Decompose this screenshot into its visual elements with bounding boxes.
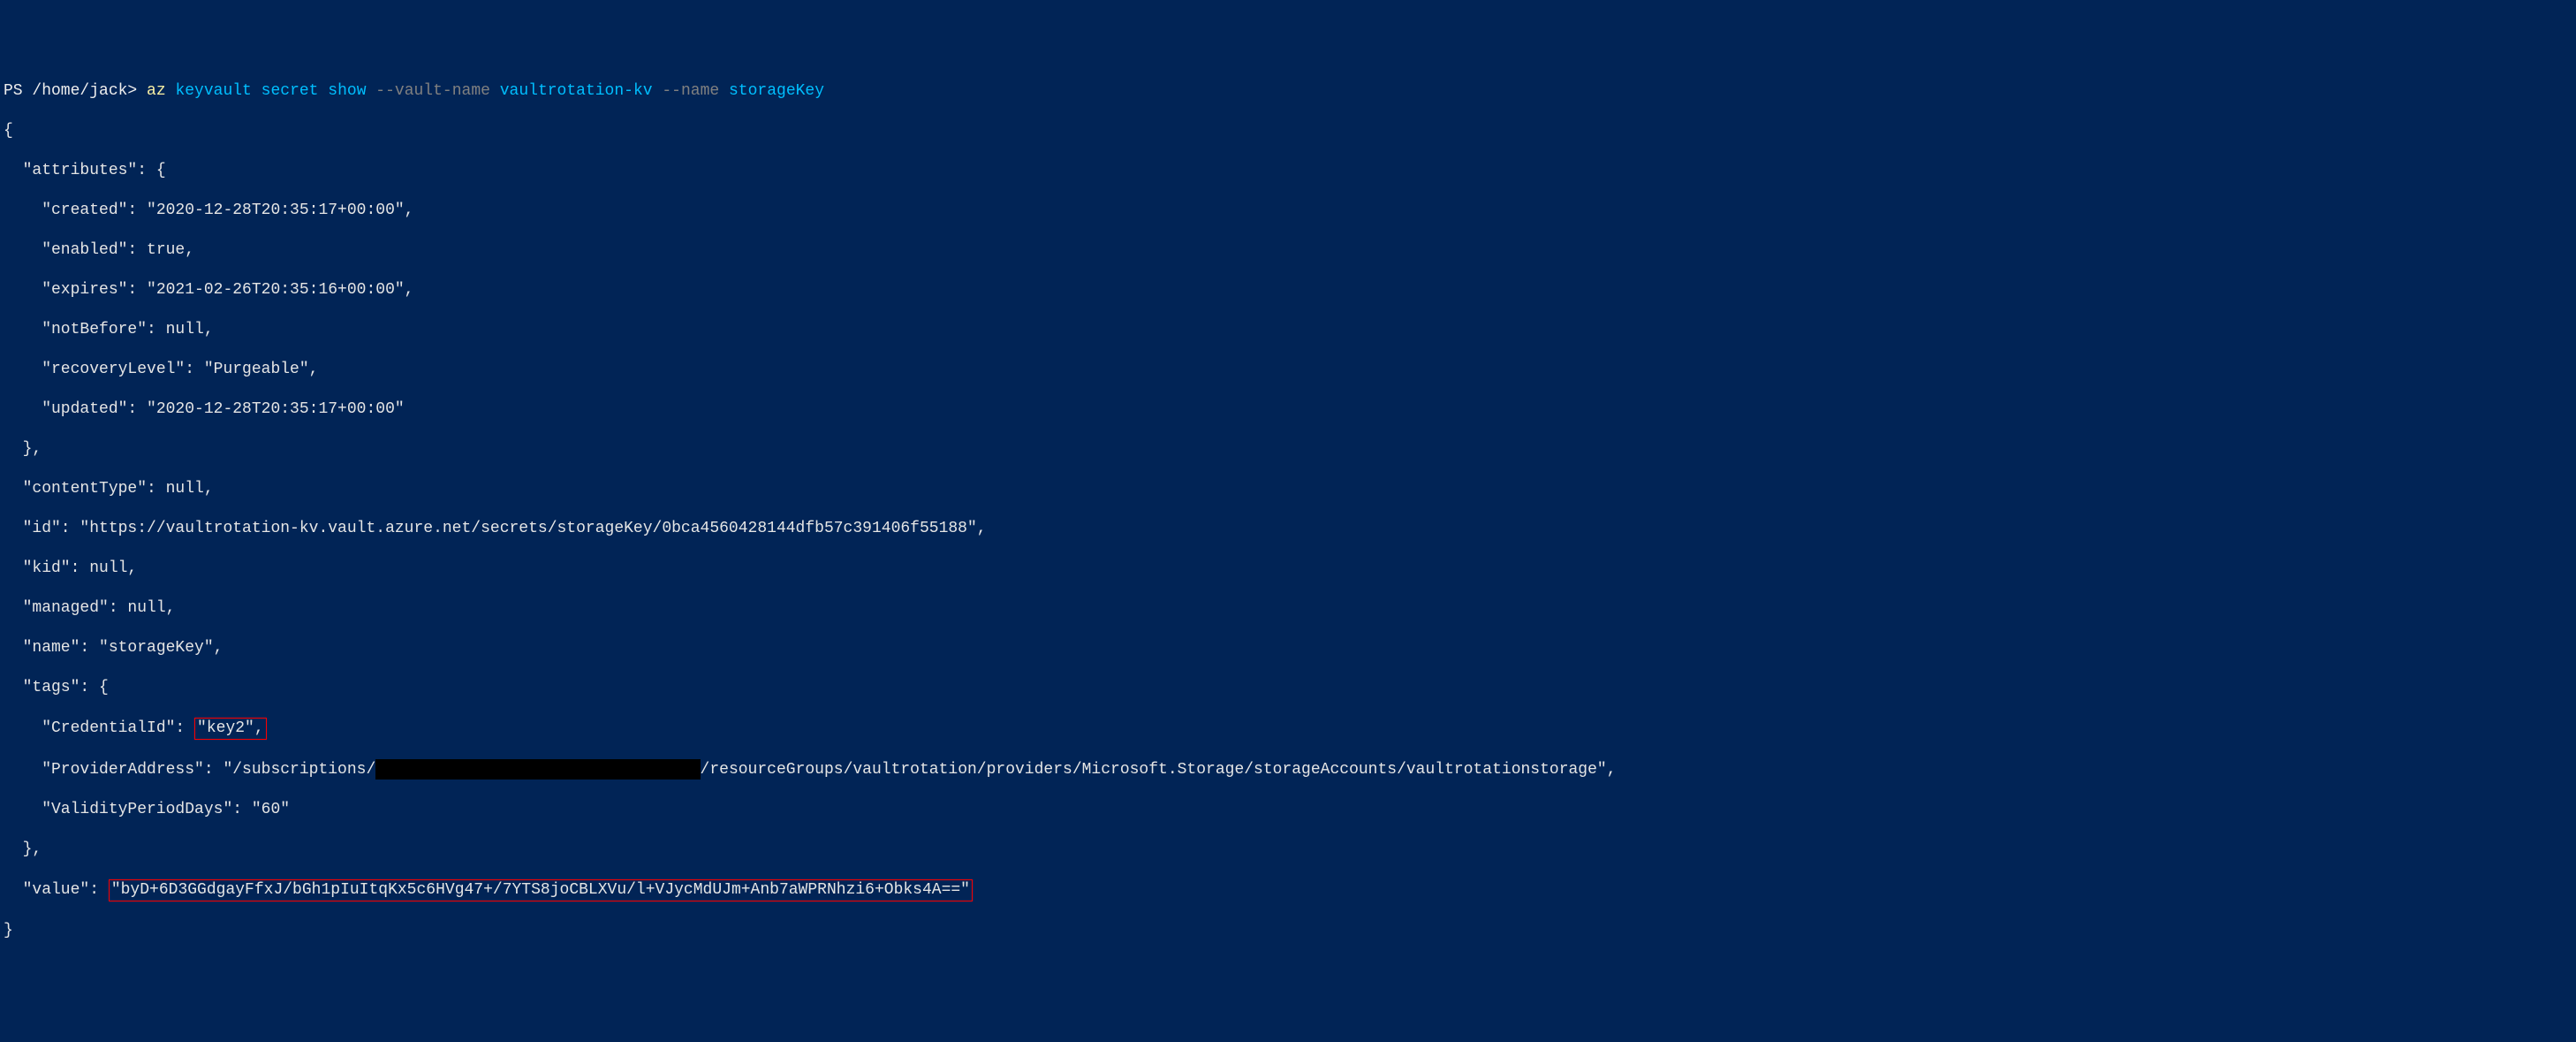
ps-prompt: PS /home/jack> <box>4 82 147 100</box>
flag-name: --name <box>653 82 720 100</box>
provider-suffix: /resourceGroups/vaultrotation/providers/… <box>701 761 1617 779</box>
json-updated: "updated": "2020-12-28T20:35:17+00:00" <box>0 399 2576 420</box>
json-attributes-open: "attributes": { <box>0 161 2576 181</box>
json-expires: "expires": "2021-02-26T20:35:16+00:00", <box>0 280 2576 300</box>
json-close-brace: } <box>0 921 2576 941</box>
cmd-secret: secret <box>252 82 319 100</box>
json-credentialid: "CredentialId": "key2", <box>0 718 2576 740</box>
provider-prefix: "ProviderAddress": "/subscriptions/ <box>4 761 375 779</box>
redacted-subscription-id <box>375 759 700 780</box>
cred-value-highlighted: "key2", <box>194 718 267 740</box>
cmd-az: az <box>147 82 166 100</box>
json-managed: "managed": null, <box>0 598 2576 619</box>
json-contenttype: "contentType": null, <box>0 479 2576 499</box>
val-name: storageKey <box>719 82 824 100</box>
flag-vault-name: --vault-name <box>367 82 490 100</box>
json-created: "created": "2020-12-28T20:35:17+00:00", <box>0 201 2576 221</box>
cred-label: "CredentialId": <box>4 719 194 737</box>
json-open-brace: { <box>0 121 2576 141</box>
json-enabled: "enabled": true, <box>0 240 2576 261</box>
command-line[interactable]: PS /home/jack> az keyvault secret show -… <box>0 81 2576 102</box>
json-validityperioddays: "ValidityPeriodDays": "60" <box>0 800 2576 820</box>
cmd-keyvault: keyvault <box>166 82 252 100</box>
json-id: "id": "https://vaultrotation-kv.vault.az… <box>0 519 2576 539</box>
json-provideraddress: "ProviderAddress": "/subscriptions/ /res… <box>0 759 2576 780</box>
json-name: "name": "storageKey", <box>0 638 2576 658</box>
json-recoverylevel: "recoveryLevel": "Purgeable", <box>0 360 2576 380</box>
json-tags-close: }, <box>0 840 2576 860</box>
json-kid: "kid": null, <box>0 559 2576 579</box>
json-value: "value": "byD+6D3GGdgayFfxJ/bGh1pIuItqKx… <box>0 879 2576 901</box>
cmd-show: show <box>318 82 366 100</box>
value-highlighted: "byD+6D3GGdgayFfxJ/bGh1pIuItqKx5c6HVg47+… <box>109 879 973 901</box>
val-vault-name: vaultrotation-kv <box>490 82 653 100</box>
value-label: "value": <box>4 881 109 899</box>
json-notbefore: "notBefore": null, <box>0 320 2576 340</box>
json-attributes-close: }, <box>0 439 2576 460</box>
json-tags-open: "tags": { <box>0 678 2576 698</box>
